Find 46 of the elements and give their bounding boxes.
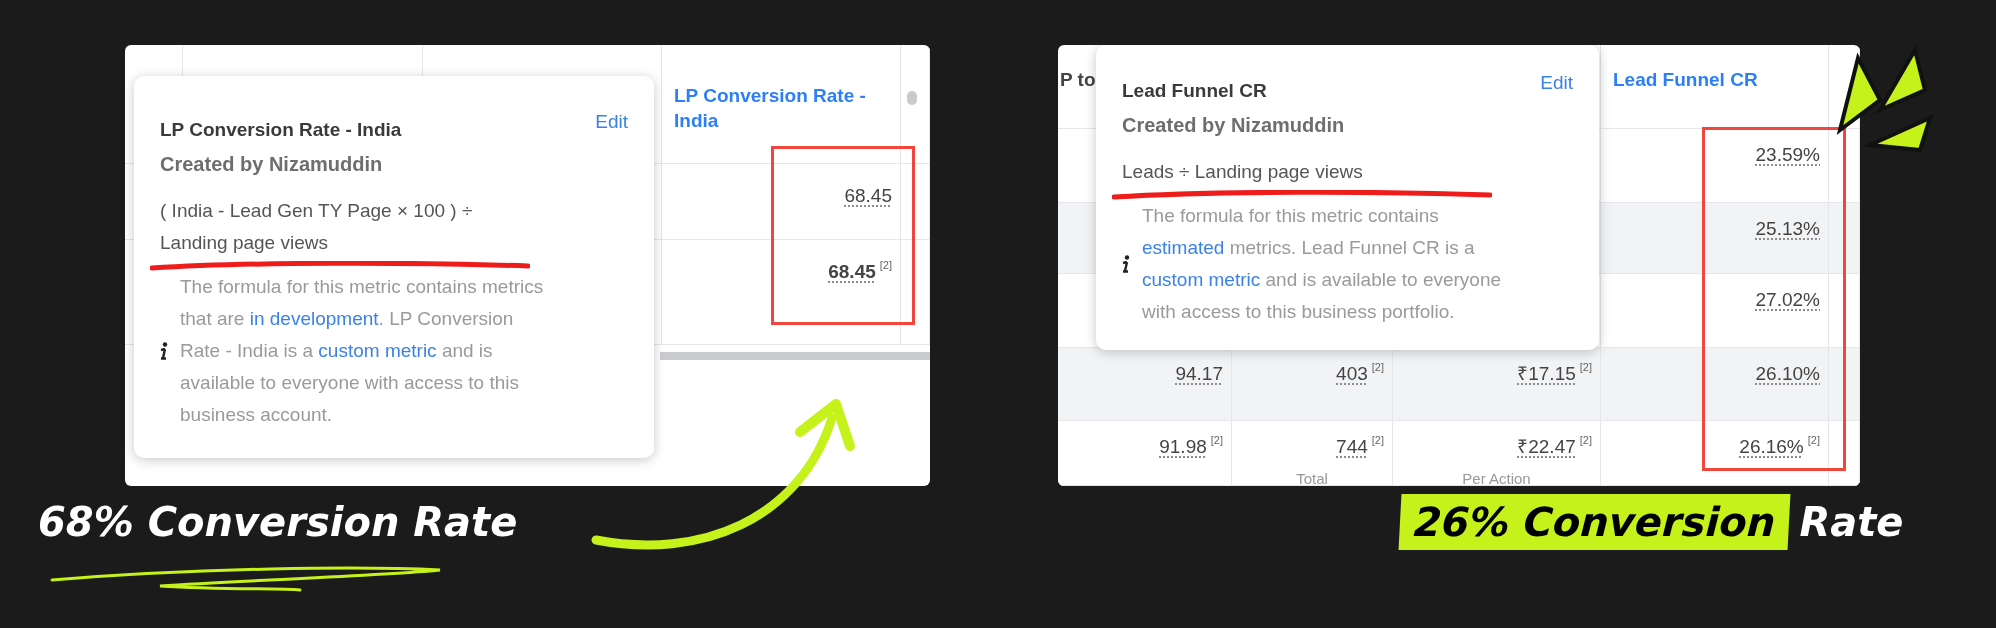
help-link[interactable]: estimated: [1142, 236, 1225, 258]
footnote-mark: [2]: [879, 258, 892, 272]
settings-icon[interactable]: [907, 91, 917, 105]
cell-value[interactable]: ₹22.47: [1517, 433, 1576, 462]
footnote-mark: [2]: [1579, 360, 1592, 374]
caption-text: 68% Conversion Rate: [38, 498, 518, 547]
help-link[interactable]: in development: [249, 307, 379, 329]
cell-value[interactable]: 26.16%: [1739, 433, 1804, 462]
description-text: The formula for this metric contains metrics that are in development. LP Conversion Rate - India is a custom metric and is available to everyone with access to this business account.: [180, 274, 545, 427]
tooltip-title: LP Conversion Rate - India: [160, 118, 402, 142]
cell-value[interactable]: 27.02%: [1755, 286, 1820, 315]
footnote-mark: [2]: [1371, 433, 1384, 447]
cell-value[interactable]: 91.98: [1159, 433, 1207, 462]
caption-text: Rate: [1799, 498, 1904, 547]
caption-text: 26% Conversion: [1398, 494, 1791, 550]
column-header[interactable]: Lead Funnel CR: [1613, 67, 1758, 92]
footnote-mark: [2]: [1807, 433, 1820, 447]
cell-value[interactable]: ₹17.15: [1517, 360, 1576, 389]
cell-value[interactable]: 68.45: [828, 258, 876, 287]
column-header[interactable]: LP Conversion Rate - India: [674, 83, 888, 133]
cell-value[interactable]: 23.59%: [1755, 141, 1820, 170]
info-icon: [1122, 254, 1130, 273]
formula-text: ( India - Lead Gen TY Page × 100 ) ÷ Landing page views: [160, 198, 474, 255]
scrollbar[interactable]: [660, 352, 930, 360]
cell-value[interactable]: 744: [1336, 433, 1368, 462]
footnote-mark: [2]: [1210, 433, 1223, 447]
author-text: Created by Nizamuddin: [1122, 112, 1346, 138]
formula-text: Leads ÷ Landing page views: [1122, 159, 1364, 184]
help-link[interactable]: custom metric: [318, 339, 437, 361]
cell-caption: Total: [1296, 469, 1328, 486]
cell-value[interactable]: 403: [1336, 360, 1368, 389]
cell-value[interactable]: 94.17: [1175, 360, 1223, 389]
description-text: The formula for this metric contains estimated metrics. Lead Funnel CR is a custom metric and is available to everyone with access to this business portfolio.: [1142, 203, 1503, 324]
info-icon: [160, 341, 168, 360]
cell-value[interactable]: 26.10%: [1755, 360, 1820, 389]
help-link[interactable]: custom metric: [1142, 268, 1261, 290]
edit-link[interactable]: Edit: [1540, 69, 1573, 98]
cell-caption: Per Action: [1462, 469, 1531, 486]
footnote-mark: [2]: [1371, 360, 1384, 374]
cell-value[interactable]: 25.13%: [1755, 215, 1820, 244]
cell-value[interactable]: 68.45: [844, 182, 892, 211]
tooltip-title: Lead Funnel CR: [1122, 79, 1267, 103]
author-text: Created by Nizamuddin: [160, 151, 384, 177]
edit-link[interactable]: Edit: [595, 108, 628, 137]
footnote-mark: [2]: [1579, 433, 1592, 447]
column-header[interactable]: P to: [1060, 67, 1096, 92]
